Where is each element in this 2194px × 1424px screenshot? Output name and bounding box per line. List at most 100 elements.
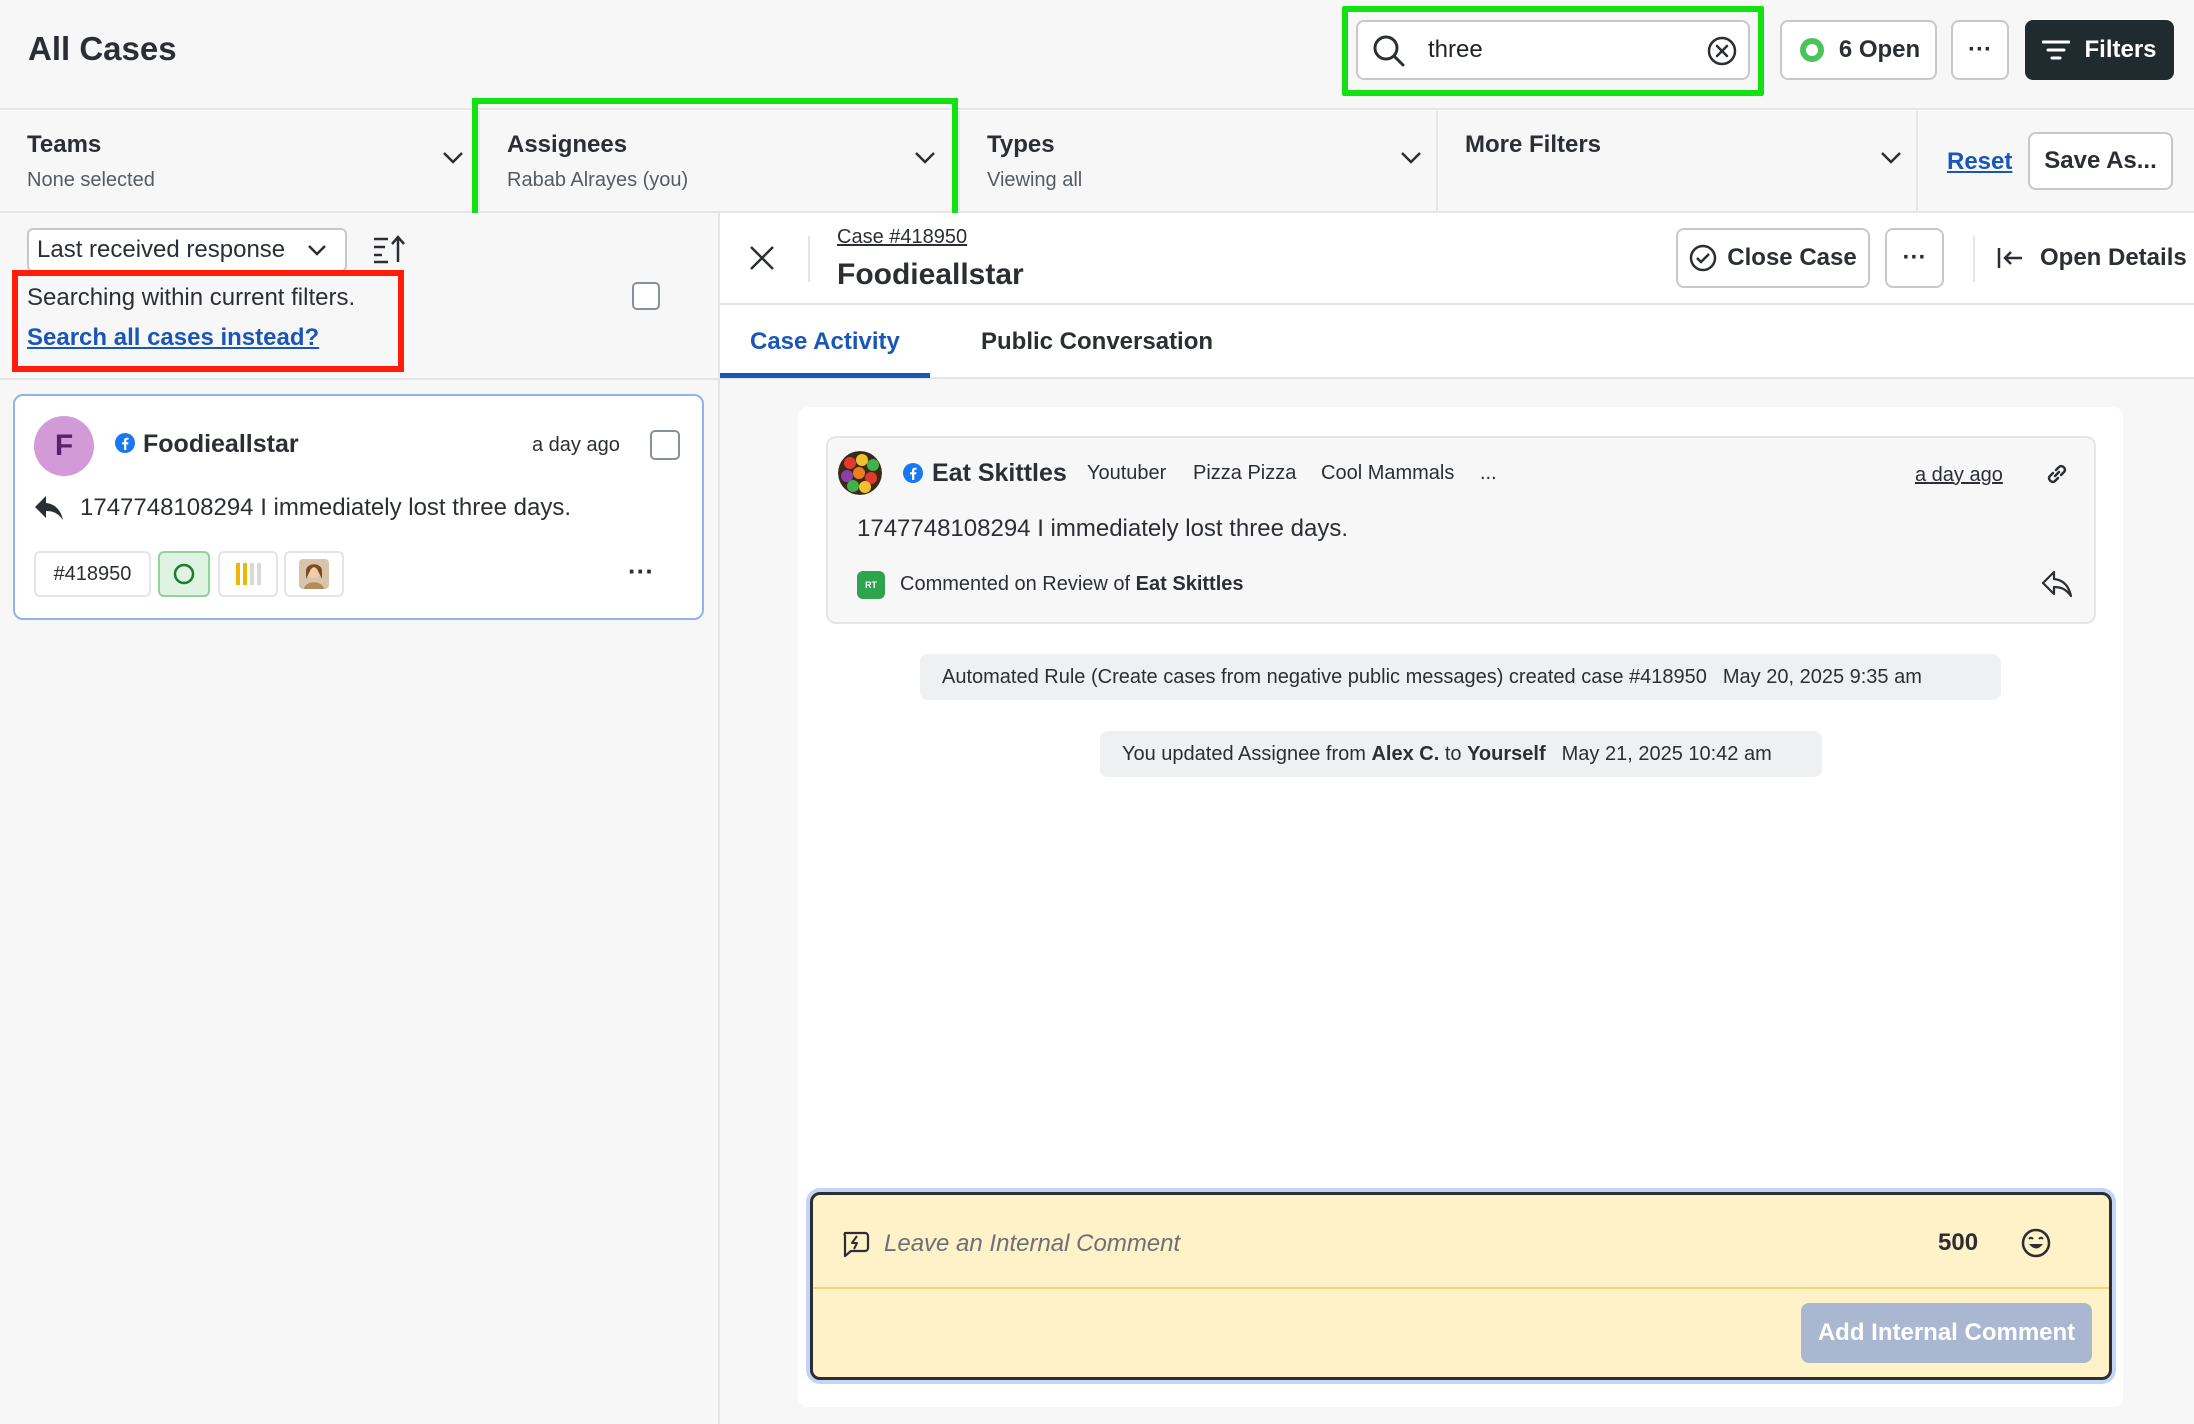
- case-select-checkbox[interactable]: [650, 430, 680, 460]
- chevron-down-icon: [442, 151, 464, 165]
- page-title: All Cases: [28, 30, 177, 67]
- more-icon: ···: [1902, 244, 1927, 271]
- case-author: Foodieallstar: [143, 430, 299, 458]
- message-source: Commented on Review of Eat Skittles: [900, 573, 1244, 596]
- divider: [813, 1287, 2109, 1289]
- activity-event: Automated Rule (Create cases from negati…: [920, 654, 2001, 700]
- case-detail-title: Foodieallstar: [837, 258, 1024, 291]
- event-from: Alex C.: [1371, 742, 1440, 765]
- assignee-chip[interactable]: [284, 551, 344, 597]
- event-text: You updated Assignee from: [1122, 742, 1366, 765]
- message-source-name: Eat Skittles: [1135, 573, 1244, 595]
- message-author: Eat Skittles: [932, 459, 1067, 487]
- chevron-down-icon: [1400, 151, 1422, 165]
- more-icon: ···: [1968, 36, 1992, 63]
- author-tag: Cool Mammals: [1321, 462, 1455, 484]
- types-filter-value: Viewing all: [987, 169, 1083, 191]
- facebook-icon: [114, 432, 136, 454]
- character-count: 500: [1938, 1229, 1979, 1256]
- avatar: F: [34, 416, 94, 476]
- clear-search-icon[interactable]: [1706, 35, 1738, 67]
- open-cases-button[interactable]: 6 Open: [1780, 20, 1937, 80]
- tab-case-activity[interactable]: Case Activity: [750, 328, 900, 356]
- author-tag: Youtuber: [1087, 462, 1167, 484]
- avatar: [838, 451, 882, 495]
- filters-label: Filters: [2084, 36, 2157, 63]
- reset-link[interactable]: Reset: [1947, 148, 2012, 176]
- open-details-label: Open Details: [2040, 244, 2187, 271]
- divider: [0, 378, 718, 380]
- author-tag: Pizza Pizza: [1193, 462, 1297, 484]
- priority-chip[interactable]: [218, 551, 278, 597]
- case-number-label: #418950: [53, 562, 132, 585]
- add-internal-comment-button[interactable]: Add Internal Comment: [1801, 1303, 2092, 1363]
- case-more-button[interactable]: ···: [628, 558, 654, 584]
- filter-bar: Teams None selected Assignees Rabab Alra…: [0, 111, 2194, 213]
- sort-order-icon[interactable]: [372, 234, 406, 264]
- teams-filter-title: Teams: [27, 131, 102, 158]
- sort-select[interactable]: Last received response: [27, 228, 347, 272]
- reply-icon[interactable]: [2042, 570, 2072, 598]
- header-more-button[interactable]: ···: [1951, 20, 2009, 80]
- case-time: a day ago: [532, 434, 620, 456]
- types-filter[interactable]: Types Viewing all: [960, 111, 1438, 211]
- event-date: May 21, 2025 10:42 am: [1561, 742, 1772, 765]
- priority-bars-icon: [233, 561, 263, 587]
- more-filters-title: More Filters: [1465, 131, 1602, 158]
- teams-filter-value: None selected: [27, 169, 155, 191]
- close-case-label: Close Case: [1727, 244, 1857, 271]
- types-filter-title: Types: [987, 131, 1055, 158]
- event-date: May 20, 2025 9:35 am: [1722, 665, 1922, 688]
- filter-icon: [2042, 39, 2071, 61]
- search-icon: [1372, 34, 1406, 68]
- close-icon[interactable]: [748, 244, 776, 272]
- detail-tabs: [720, 305, 2194, 379]
- assignee-avatar-icon: [299, 559, 329, 589]
- internal-note-icon: [840, 1229, 870, 1259]
- case-number-link[interactable]: Case #418950: [837, 226, 967, 249]
- reply-icon: [34, 494, 64, 522]
- status-chip[interactable]: [158, 551, 210, 597]
- internal-comment-input[interactable]: [884, 1226, 1864, 1262]
- open-count-label: 6 Open: [1838, 36, 1921, 63]
- divider: [808, 236, 810, 282]
- assignees-highlight: [472, 98, 958, 222]
- case-number-chip: #418950: [34, 551, 151, 597]
- filters-button[interactable]: Filters: [2025, 20, 2174, 80]
- save-as-label: Save As...: [2044, 147, 2157, 174]
- open-details-button[interactable]: Open Details: [1996, 244, 2187, 272]
- status-open-icon: [1797, 35, 1827, 65]
- message-text: 1747748108294 I immediately lost three d…: [857, 515, 1348, 542]
- check-circle-icon: [1689, 244, 1717, 272]
- close-case-button[interactable]: Close Case: [1676, 228, 1870, 288]
- search-all-cases-link[interactable]: Search all cases instead?: [27, 324, 319, 352]
- review-source-icon: RT: [857, 571, 885, 599]
- search-input[interactable]: [1428, 34, 1698, 66]
- tab-public-conversation[interactable]: Public Conversation: [981, 328, 1213, 356]
- facebook-icon: [902, 462, 924, 484]
- detail-more-button[interactable]: ···: [1885, 228, 1944, 288]
- search-box[interactable]: [1356, 20, 1750, 80]
- select-all-checkbox[interactable]: [632, 282, 660, 310]
- activity-event: You updated Assignee from Alex C. to You…: [1100, 731, 1822, 777]
- more-tags[interactable]: ...: [1480, 462, 1497, 485]
- search-notice-text: Searching within current filters.: [27, 284, 356, 311]
- save-as-button[interactable]: Save As...: [2028, 132, 2173, 190]
- message-source-prefix: Commented on Review of: [900, 573, 1131, 595]
- divider: [1973, 236, 1975, 282]
- active-tab-indicator: [720, 373, 930, 378]
- teams-filter[interactable]: Teams None selected: [0, 111, 480, 211]
- panel-expand-icon: [1996, 246, 2024, 270]
- event-text: Automated Rule (Create cases from negati…: [942, 665, 1707, 688]
- link-icon[interactable]: [2044, 461, 2070, 487]
- event-to: Yourself: [1467, 742, 1546, 765]
- more-filters[interactable]: More Filters: [1438, 111, 1918, 211]
- chevron-down-icon: [1880, 151, 1902, 165]
- chevron-down-icon: [307, 244, 327, 257]
- case-message: 1747748108294 I immediately lost three d…: [80, 494, 571, 521]
- status-open-icon: [172, 562, 196, 586]
- sort-select-label: Last received response: [37, 236, 286, 263]
- event-text: to: [1444, 742, 1462, 765]
- emoji-icon[interactable]: [2020, 1227, 2052, 1259]
- message-time-link[interactable]: a day ago: [1915, 464, 2003, 487]
